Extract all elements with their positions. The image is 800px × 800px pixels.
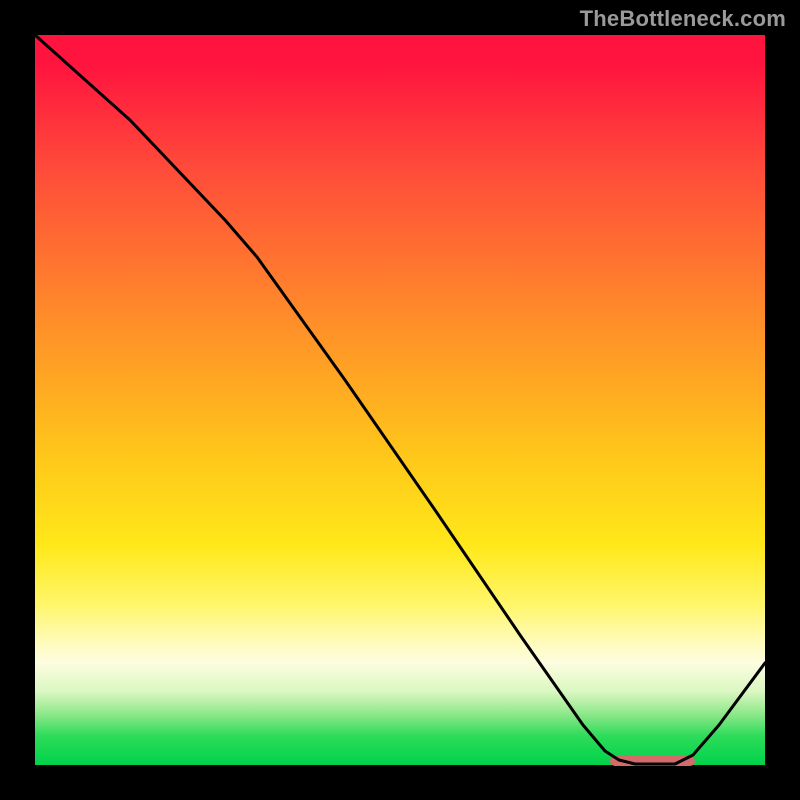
watermark-text: TheBottleneck.com (580, 6, 786, 32)
plot-area (35, 35, 765, 765)
line-series-curve (35, 35, 765, 764)
chart-svg (35, 35, 765, 765)
chart-frame: TheBottleneck.com (0, 0, 800, 800)
